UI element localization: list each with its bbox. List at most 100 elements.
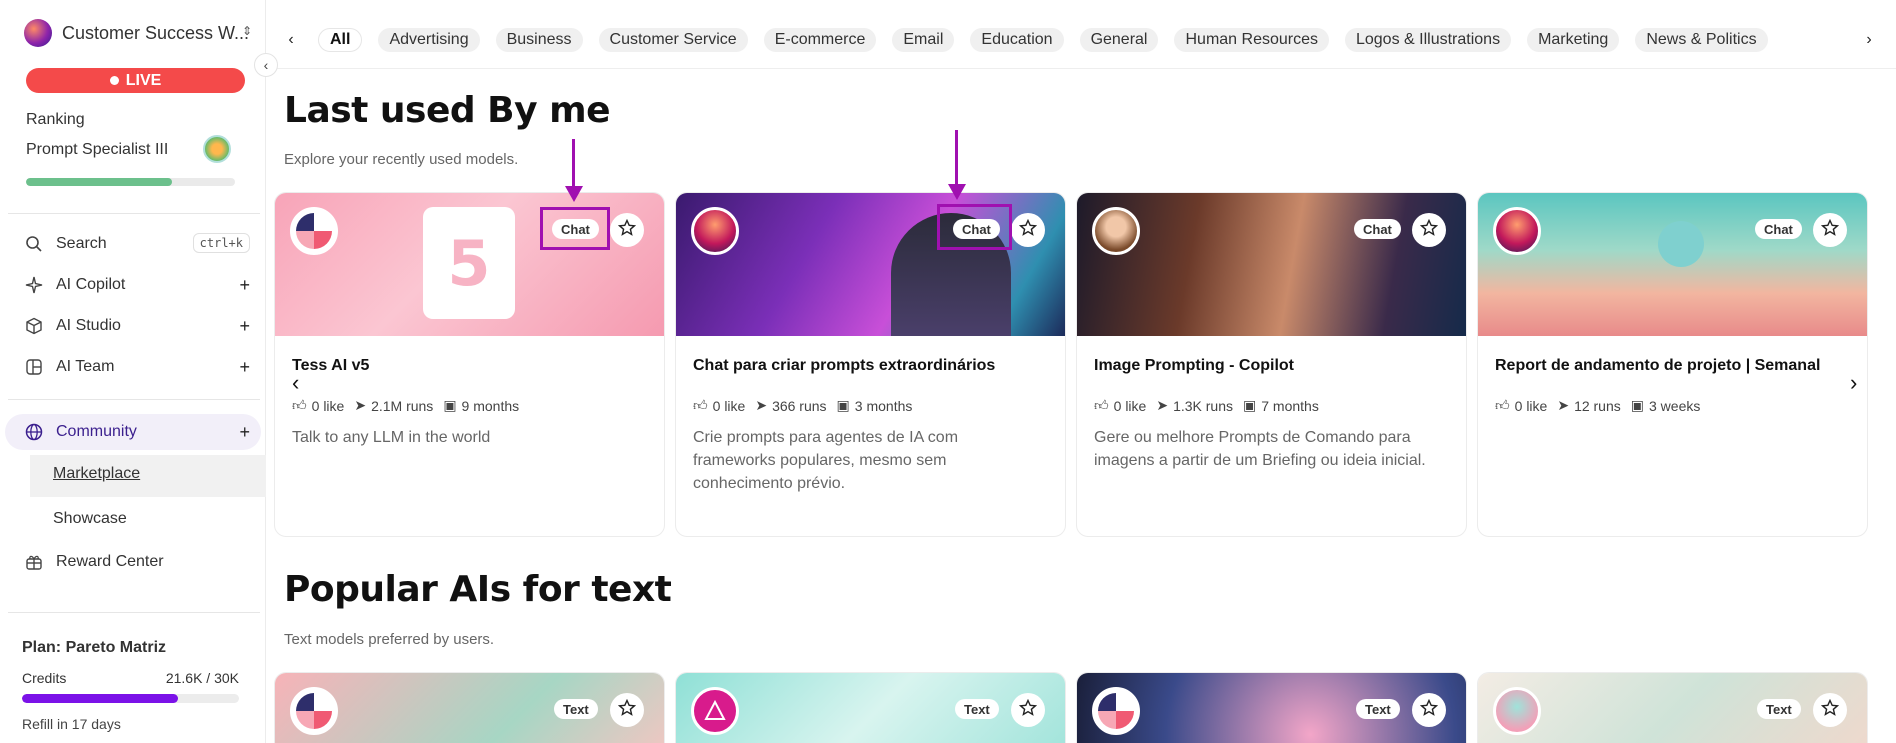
model-card[interactable]: Text [274,672,665,743]
nav-community[interactable]: Community + [24,422,250,442]
live-badge[interactable]: LIVE [26,68,245,93]
card-cover-image [1077,193,1466,336]
category-chip[interactable]: Logos & Illustrations [1344,28,1512,52]
runs-stat: ➤ 1.3K runs [1156,397,1233,414]
card-title: Chat para criar prompts extraordinários [693,357,996,374]
category-prev-button[interactable]: ‹ [280,29,302,51]
collapse-sidebar-button[interactable]: ‹ [254,53,278,77]
nav-ai-studio[interactable]: AI Studio + [24,316,250,336]
plus-icon[interactable]: + [239,422,250,443]
cube-icon [24,316,44,336]
favorite-button[interactable] [1011,213,1045,247]
section-title-last-used: Last used By me [284,90,611,131]
rocket-icon: ➤ [354,397,367,413]
model-card[interactable]: Text [1076,672,1467,743]
calendar-icon: ▣ [1243,397,1257,413]
plus-icon[interactable]: + [239,275,250,296]
tess-five-logo: 5 [423,207,515,319]
model-card[interactable]: Chat Report de andamento de projeto | Se… [1477,192,1868,537]
nav-ai-team[interactable]: AI Team + [24,357,250,377]
sidebar: Customer Success W... ⇕ LIVE Ranking Pro… [0,0,266,743]
section-title-popular-text: Popular AIs for text [284,569,672,610]
runs-count: 12 runs [1574,397,1621,414]
card-description: Talk to any LLM in the world [292,429,491,446]
nav-reward-center-label: Reward Center [56,553,164,570]
age-value: 7 months [1261,397,1319,414]
ranking-progress-fill [26,178,173,186]
carousel-next-button[interactable]: › [1850,370,1857,396]
card-stats: 👍︎ 0 like ➤ 366 runs ▣ 3 months [693,397,912,414]
nav-showcase[interactable]: Showcase [53,510,127,528]
search-shortcut: ctrl+k [192,233,250,253]
category-chip[interactable]: Business [495,28,583,52]
ranking-label: Ranking [26,111,85,128]
star-icon [1419,218,1439,242]
nav-marketplace[interactable]: Marketplace [53,465,140,483]
model-card[interactable]: Text [675,672,1066,743]
plus-icon[interactable]: + [239,316,250,337]
tag-chat: Chat [1755,219,1802,239]
model-card[interactable]: Text [1477,672,1868,743]
calendar-icon: ▣ [836,397,850,413]
credits-progress-fill [22,694,179,703]
category-chip[interactable]: Human Resources [1174,28,1329,52]
star-icon [617,218,637,242]
category-chip[interactable]: All [318,28,363,52]
favorite-button[interactable] [1011,693,1045,727]
thumbs-up-icon: 👍︎ [1495,397,1510,413]
favorite-button[interactable] [1412,693,1446,727]
favorite-button[interactable] [610,693,644,727]
runs-count: 1.3K runs [1173,397,1233,414]
workspace-switcher[interactable]: Customer Success W... ⇕ [24,19,260,47]
model-avatar [290,687,338,735]
category-chip[interactable]: General [1079,28,1159,52]
calendar-icon: ▣ [443,397,457,413]
live-label: LIVE [125,71,162,89]
nav-community-label: Community [56,423,137,440]
model-avatar [691,687,739,735]
model-avatar [290,207,338,255]
likes-count: 0 like [311,397,345,414]
model-card[interactable]: Chat Image Prompting - Copilot 👍︎ 0 like … [1076,192,1467,537]
star-icon [1820,698,1840,722]
age-stat: ▣ 7 months [1243,397,1319,414]
favorite-button[interactable] [1813,213,1847,247]
category-chip[interactable]: News & Politics [1635,28,1768,52]
annotation-arrow-head [948,184,966,200]
carousel-prev-button[interactable]: ‹ [292,370,299,396]
runs-count: 2.1M runs [371,397,434,414]
card-cover-image [1478,193,1867,336]
chevron-left-icon: ‹ [288,31,294,48]
divider [8,213,260,214]
thumbs-up-icon: 👍︎ [1094,397,1109,413]
credits-progress-bar [22,694,239,703]
likes-count: 0 like [1113,397,1147,414]
runs-stat: ➤ 2.1M runs [354,397,433,414]
category-chip[interactable]: Customer Service [598,28,748,52]
annotation-highlight-box [937,204,1012,250]
category-next-button[interactable]: › [1858,29,1880,51]
card-stats: 👍︎ 0 like ➤ 2.1M runs ▣ 9 months [292,397,519,414]
card-stats: 👍︎ 0 like ➤ 12 runs ▣ 3 weeks [1495,397,1700,414]
nav-search-label: Search [56,235,107,252]
nav-search[interactable]: Search ctrl+k [24,233,250,254]
nav-ai-copilot[interactable]: AI Copilot + [24,275,250,295]
favorite-button[interactable] [1412,213,1446,247]
chevron-updown-icon: ⇕ [241,24,252,38]
favorite-button[interactable] [610,213,644,247]
category-chip[interactable]: Email [892,28,955,52]
nav-reward-center[interactable]: Reward Center [24,552,250,572]
tag-text: Text [955,699,999,719]
category-chip[interactable]: E-commerce [763,28,877,52]
plus-icon[interactable]: + [239,357,250,378]
category-chip[interactable]: Advertising [378,28,480,52]
favorite-button[interactable] [1813,693,1847,727]
card-title: Report de andamento de projeto | Semanal [1495,357,1821,374]
category-chip[interactable]: Education [970,28,1064,52]
nav-ai-team-label: AI Team [56,358,115,375]
rocket-icon: ➤ [1156,397,1169,413]
ranking-progress-bar [26,178,235,186]
category-chip[interactable]: Marketing [1527,28,1620,52]
chevron-left-icon: ‹ [263,57,269,73]
nav-ai-copilot-label: AI Copilot [56,276,126,293]
